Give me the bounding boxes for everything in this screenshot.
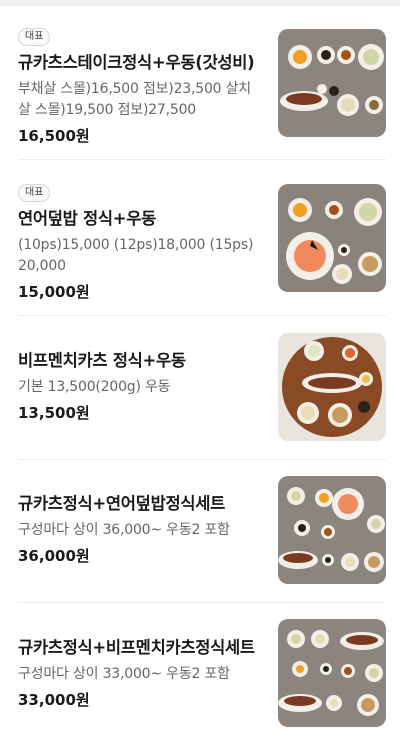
menu-item-title: 비프멘치카츠 정식+우동	[18, 351, 186, 370]
menu-item-description: 기본 13,500(200g) 우동	[18, 377, 268, 398]
menu-item-photo[interactable]	[278, 29, 386, 137]
menu-item-gyukatsu-steak-set[interactable]: 대표 규카츠스테이크정식+우동(갓성비) 부채살 스몰)16,500 점보)23…	[18, 6, 386, 160]
menu-item-title: 규카츠정식+연어덮밥정식세트	[18, 494, 225, 513]
menu-item-text: 비프멘치카츠 정식+우동 기본 13,500(200g) 우동 13,500원	[18, 350, 268, 423]
menu-item-description: 부채살 스몰)16,500 점보)23,500 살치 살 스몰)19,500 점…	[18, 79, 268, 121]
description-line: 기본 13,500(200g) 우동	[18, 379, 171, 395]
menu-item-text: 대표 규카츠스테이크정식+우동(갓성비) 부채살 스몰)16,500 점보)23…	[18, 24, 268, 146]
menu-item-photo[interactable]	[278, 476, 386, 584]
signature-badge: 대표	[18, 28, 51, 46]
description-line: 부채살 스몰)16,500 점보)23,500 살치	[18, 81, 251, 97]
menu-item-salmon-rice-bowl-set[interactable]: 대표 연어덮밥 정식+우동 (10ps)15,000 (12ps)18,000 …	[18, 160, 386, 316]
menu-item-price: 36,000원	[18, 547, 90, 565]
menu-item-price: 15,000원	[18, 283, 90, 301]
menu-item-price: 33,000원	[18, 691, 90, 709]
description-line: 20,000	[18, 258, 66, 274]
description-line: 구성마다 상이 33,000~ 우동2 포함	[18, 666, 230, 682]
menu-item-gyukatsu-salmon-combo[interactable]: 규카츠정식+연어덮밥정식세트 구성마다 상이 36,000~ 우동2 포함 36…	[18, 460, 386, 603]
menu-item-text: 규카츠정식+연어덮밥정식세트 구성마다 상이 36,000~ 우동2 포함 36…	[18, 493, 268, 566]
description-line: 살 스몰)19,500 점보)27,500	[18, 102, 196, 118]
description-line: (10ps)15,000 (12ps)18,000 (15ps)	[18, 237, 254, 253]
menu-item-photo[interactable]	[278, 184, 386, 292]
menu-item-title: 규카츠정식+비프멘치카츠정식세트	[18, 638, 255, 657]
menu-item-description: (10ps)15,000 (12ps)18,000 (15ps) 20,000	[18, 235, 268, 277]
description-line: 구성마다 상이 36,000~ 우동2 포함	[18, 522, 230, 538]
menu-item-price: 13,500원	[18, 404, 90, 422]
signature-badge: 대표	[18, 184, 51, 202]
menu-item-price: 16,500원	[18, 127, 90, 145]
menu-item-text: 규카츠정식+비프멘치카츠정식세트 구성마다 상이 33,000~ 우동2 포함 …	[18, 637, 268, 710]
menu-list: 대표 규카츠스테이크정식+우동(갓성비) 부채살 스몰)16,500 점보)23…	[0, 6, 400, 748]
menu-item-photo[interactable]	[278, 333, 386, 441]
menu-item-description: 구성마다 상이 36,000~ 우동2 포함	[18, 520, 268, 541]
menu-item-gyukatsu-menchi-combo[interactable]: 규카츠정식+비프멘치카츠정식세트 구성마다 상이 33,000~ 우동2 포함 …	[18, 603, 386, 748]
menu-item-photo[interactable]	[278, 619, 386, 727]
menu-item-beef-menchi-katsu-set[interactable]: 비프멘치카츠 정식+우동 기본 13,500(200g) 우동 13,500원	[18, 316, 386, 460]
menu-item-description: 구성마다 상이 33,000~ 우동2 포함	[18, 664, 268, 685]
menu-item-title: 연어덮밥 정식+우동	[18, 209, 157, 228]
menu-item-title: 규카츠스테이크정식+우동(갓성비)	[18, 53, 255, 72]
menu-item-text: 대표 연어덮밥 정식+우동 (10ps)15,000 (12ps)18,000 …	[18, 180, 268, 302]
